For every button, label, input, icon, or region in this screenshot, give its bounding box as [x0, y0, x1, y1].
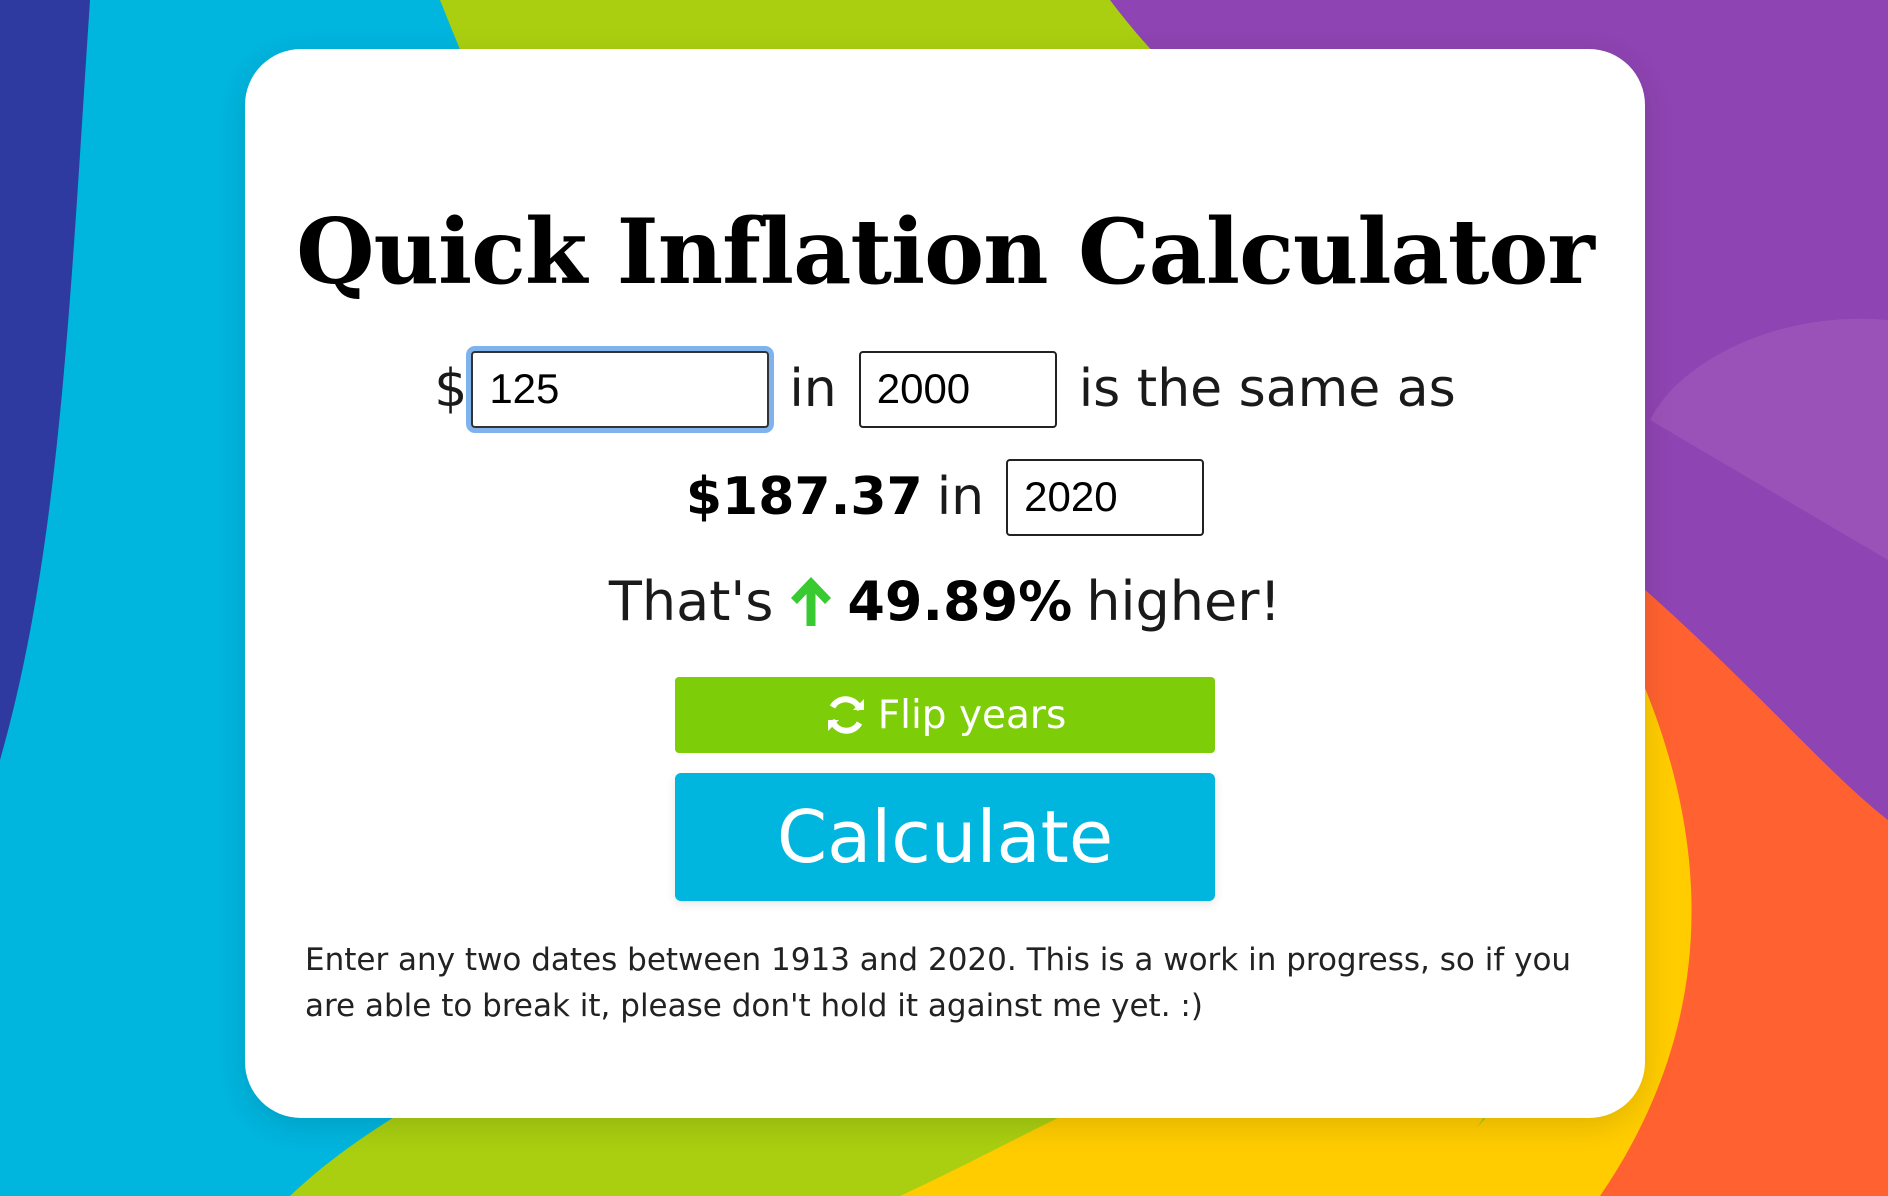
in-label: in	[936, 467, 985, 527]
summary-prefix: That's	[608, 569, 774, 633]
from-year-input[interactable]	[858, 350, 1057, 428]
refresh-icon	[827, 696, 864, 734]
to-year-input[interactable]	[1006, 458, 1205, 536]
same-as-label: is the same as	[1078, 359, 1456, 419]
result-row: $187.37 in	[245, 447, 1645, 547]
calculator-card: Quick Inflation Calculator $ in is the s…	[245, 49, 1645, 1118]
help-note: Enter any two dates between 1913 and 202…	[305, 942, 1572, 1024]
page-background: Quick Inflation Calculator $ in is the s…	[0, 0, 1888, 1196]
input-row: $ in is the same as	[245, 339, 1645, 439]
page-title: Quick Inflation Calculator	[296, 199, 1595, 305]
calculate-label: Calculate	[776, 795, 1114, 879]
arrow-up-icon	[791, 577, 832, 626]
result-amount: $187.37	[685, 467, 923, 527]
percent-change: 49.89%	[847, 569, 1073, 633]
calculate-button[interactable]: Calculate	[675, 773, 1215, 901]
amount-input[interactable]	[471, 350, 770, 428]
flip-years-button[interactable]: Flip years	[675, 677, 1215, 753]
in-label: in	[789, 359, 837, 419]
summary-row: That's 49.89% higher!	[245, 551, 1645, 651]
currency-symbol: $	[434, 359, 468, 419]
summary-suffix: higher!	[1086, 569, 1282, 633]
flip-years-label: Flip years	[877, 692, 1067, 738]
